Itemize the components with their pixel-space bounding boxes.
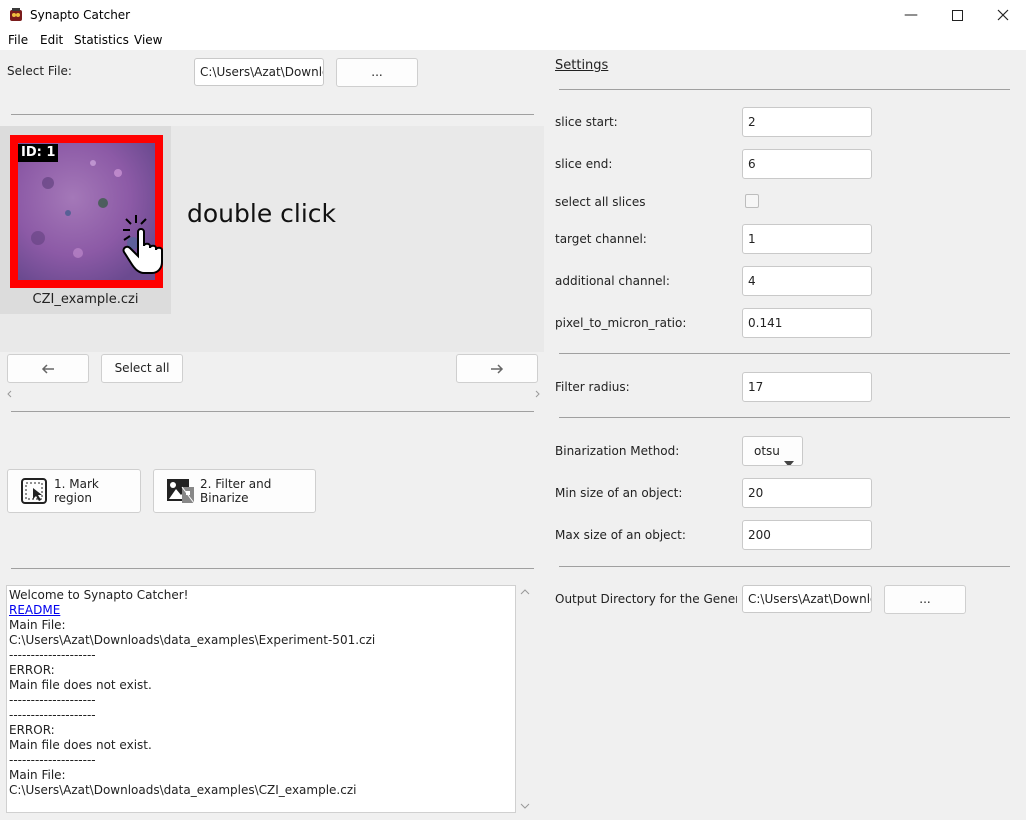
file-path-input[interactable]: C:\Users\Azat\Downloads <box>194 58 324 86</box>
divider <box>559 89 1010 90</box>
log-line: -------------------- <box>9 708 96 722</box>
binarization-select[interactable]: otsu <box>742 436 803 466</box>
filter-radius-input[interactable]: 17 <box>742 372 872 402</box>
settings-heading: Settings <box>555 58 609 73</box>
log-line: Welcome to Synapto Catcher! <box>9 588 189 602</box>
divider <box>11 411 534 412</box>
app-icon <box>8 7 24 23</box>
filter-binarize-label: 2. Filter and Binarize <box>200 477 272 505</box>
close-icon[interactable] <box>980 0 1026 30</box>
window-title: Synapto Catcher <box>30 8 131 22</box>
divider <box>11 568 534 569</box>
max-size-label: Max size of an object: <box>555 528 686 542</box>
hand-pointer-icon <box>116 210 174 276</box>
divider <box>559 566 1010 567</box>
filter-binarize-icon <box>166 477 196 505</box>
divider <box>11 114 534 115</box>
log-line: ERROR: <box>9 663 55 677</box>
divider <box>559 417 1010 418</box>
log-line: Main file does not exist. <box>9 678 152 692</box>
log-line: -------------------- <box>9 693 96 707</box>
minimize-icon[interactable]: — <box>888 0 934 30</box>
pixel-ratio-label: pixel_to_micron_ratio: <box>555 316 687 330</box>
log-line: Main File: <box>9 618 66 632</box>
select-all-slices-checkbox[interactable] <box>745 194 759 208</box>
filter-binarize-button[interactable]: 2. Filter and Binarize <box>153 469 316 513</box>
menu-statistics[interactable]: Statistics <box>74 33 129 47</box>
select-all-slices-label: select all slices <box>555 195 646 209</box>
readme-link[interactable]: README <box>9 603 513 618</box>
horizontal-scrollbar[interactable] <box>5 388 542 400</box>
output-dir-label: Output Directory for the General a <box>555 592 737 606</box>
slice-start-input[interactable]: 2 <box>742 107 872 137</box>
min-size-input[interactable]: 20 <box>742 478 872 508</box>
binarization-value: otsu <box>754 444 780 458</box>
chevron-down-icon <box>784 449 794 465</box>
filter-radius-label: Filter radius: <box>555 380 630 394</box>
thumbnail-filename: CZI_example.czi <box>32 292 139 307</box>
additional-channel-label: additional channel: <box>555 274 670 288</box>
select-file-label: Select File: <box>7 64 72 78</box>
log-output[interactable]: Welcome to Synapto Catcher! README Main … <box>6 585 516 813</box>
browse-file-button[interactable]: ... <box>336 58 418 87</box>
log-line: ERROR: <box>9 723 55 737</box>
log-line: C:\Users\Azat\Downloads\data_examples\Ex… <box>9 633 376 647</box>
divider <box>559 353 1010 354</box>
log-line: Main File: <box>9 768 66 782</box>
maximize-icon[interactable] <box>934 0 980 30</box>
id-badge: ID: 1 <box>18 144 58 162</box>
log-line: C:\Users\Azat\Downloads\data_examples\CZ… <box>9 783 357 797</box>
slice-end-label: slice end: <box>555 157 613 171</box>
vertical-scrollbar[interactable] <box>518 585 532 813</box>
log-line: -------------------- <box>9 753 96 767</box>
arrow-right-icon[interactable] <box>456 354 538 383</box>
menu-edit[interactable]: Edit <box>40 33 63 47</box>
target-channel-input[interactable]: 1 <box>742 224 872 254</box>
double-click-hint: double click <box>187 199 337 228</box>
target-channel-label: target channel: <box>555 232 647 246</box>
mark-region-label: 1. Mark region <box>54 477 99 505</box>
pixel-ratio-input[interactable]: 0.141 <box>742 308 872 338</box>
arrow-left-icon[interactable] <box>7 354 89 383</box>
menu-file[interactable]: File <box>8 33 28 47</box>
max-size-input[interactable]: 200 <box>742 520 872 550</box>
browse-output-button[interactable]: ... <box>884 585 966 614</box>
select-all-button[interactable]: Select all <box>101 354 183 383</box>
slice-end-input[interactable]: 6 <box>742 149 872 179</box>
menu-view[interactable]: View <box>134 33 162 47</box>
slice-start-label: slice start: <box>555 115 618 129</box>
mark-region-button[interactable]: 1. Mark region <box>7 469 141 513</box>
additional-channel-input[interactable]: 4 <box>742 266 872 296</box>
binarization-label: Binarization Method: <box>555 444 680 458</box>
log-line: -------------------- <box>9 648 96 662</box>
log-line: Main file does not exist. <box>9 738 152 752</box>
title-bar <box>0 0 1026 30</box>
mark-region-icon <box>20 477 48 505</box>
min-size-label: Min size of an object: <box>555 486 683 500</box>
output-dir-input[interactable]: C:\Users\Azat\Downloads <box>742 585 872 613</box>
